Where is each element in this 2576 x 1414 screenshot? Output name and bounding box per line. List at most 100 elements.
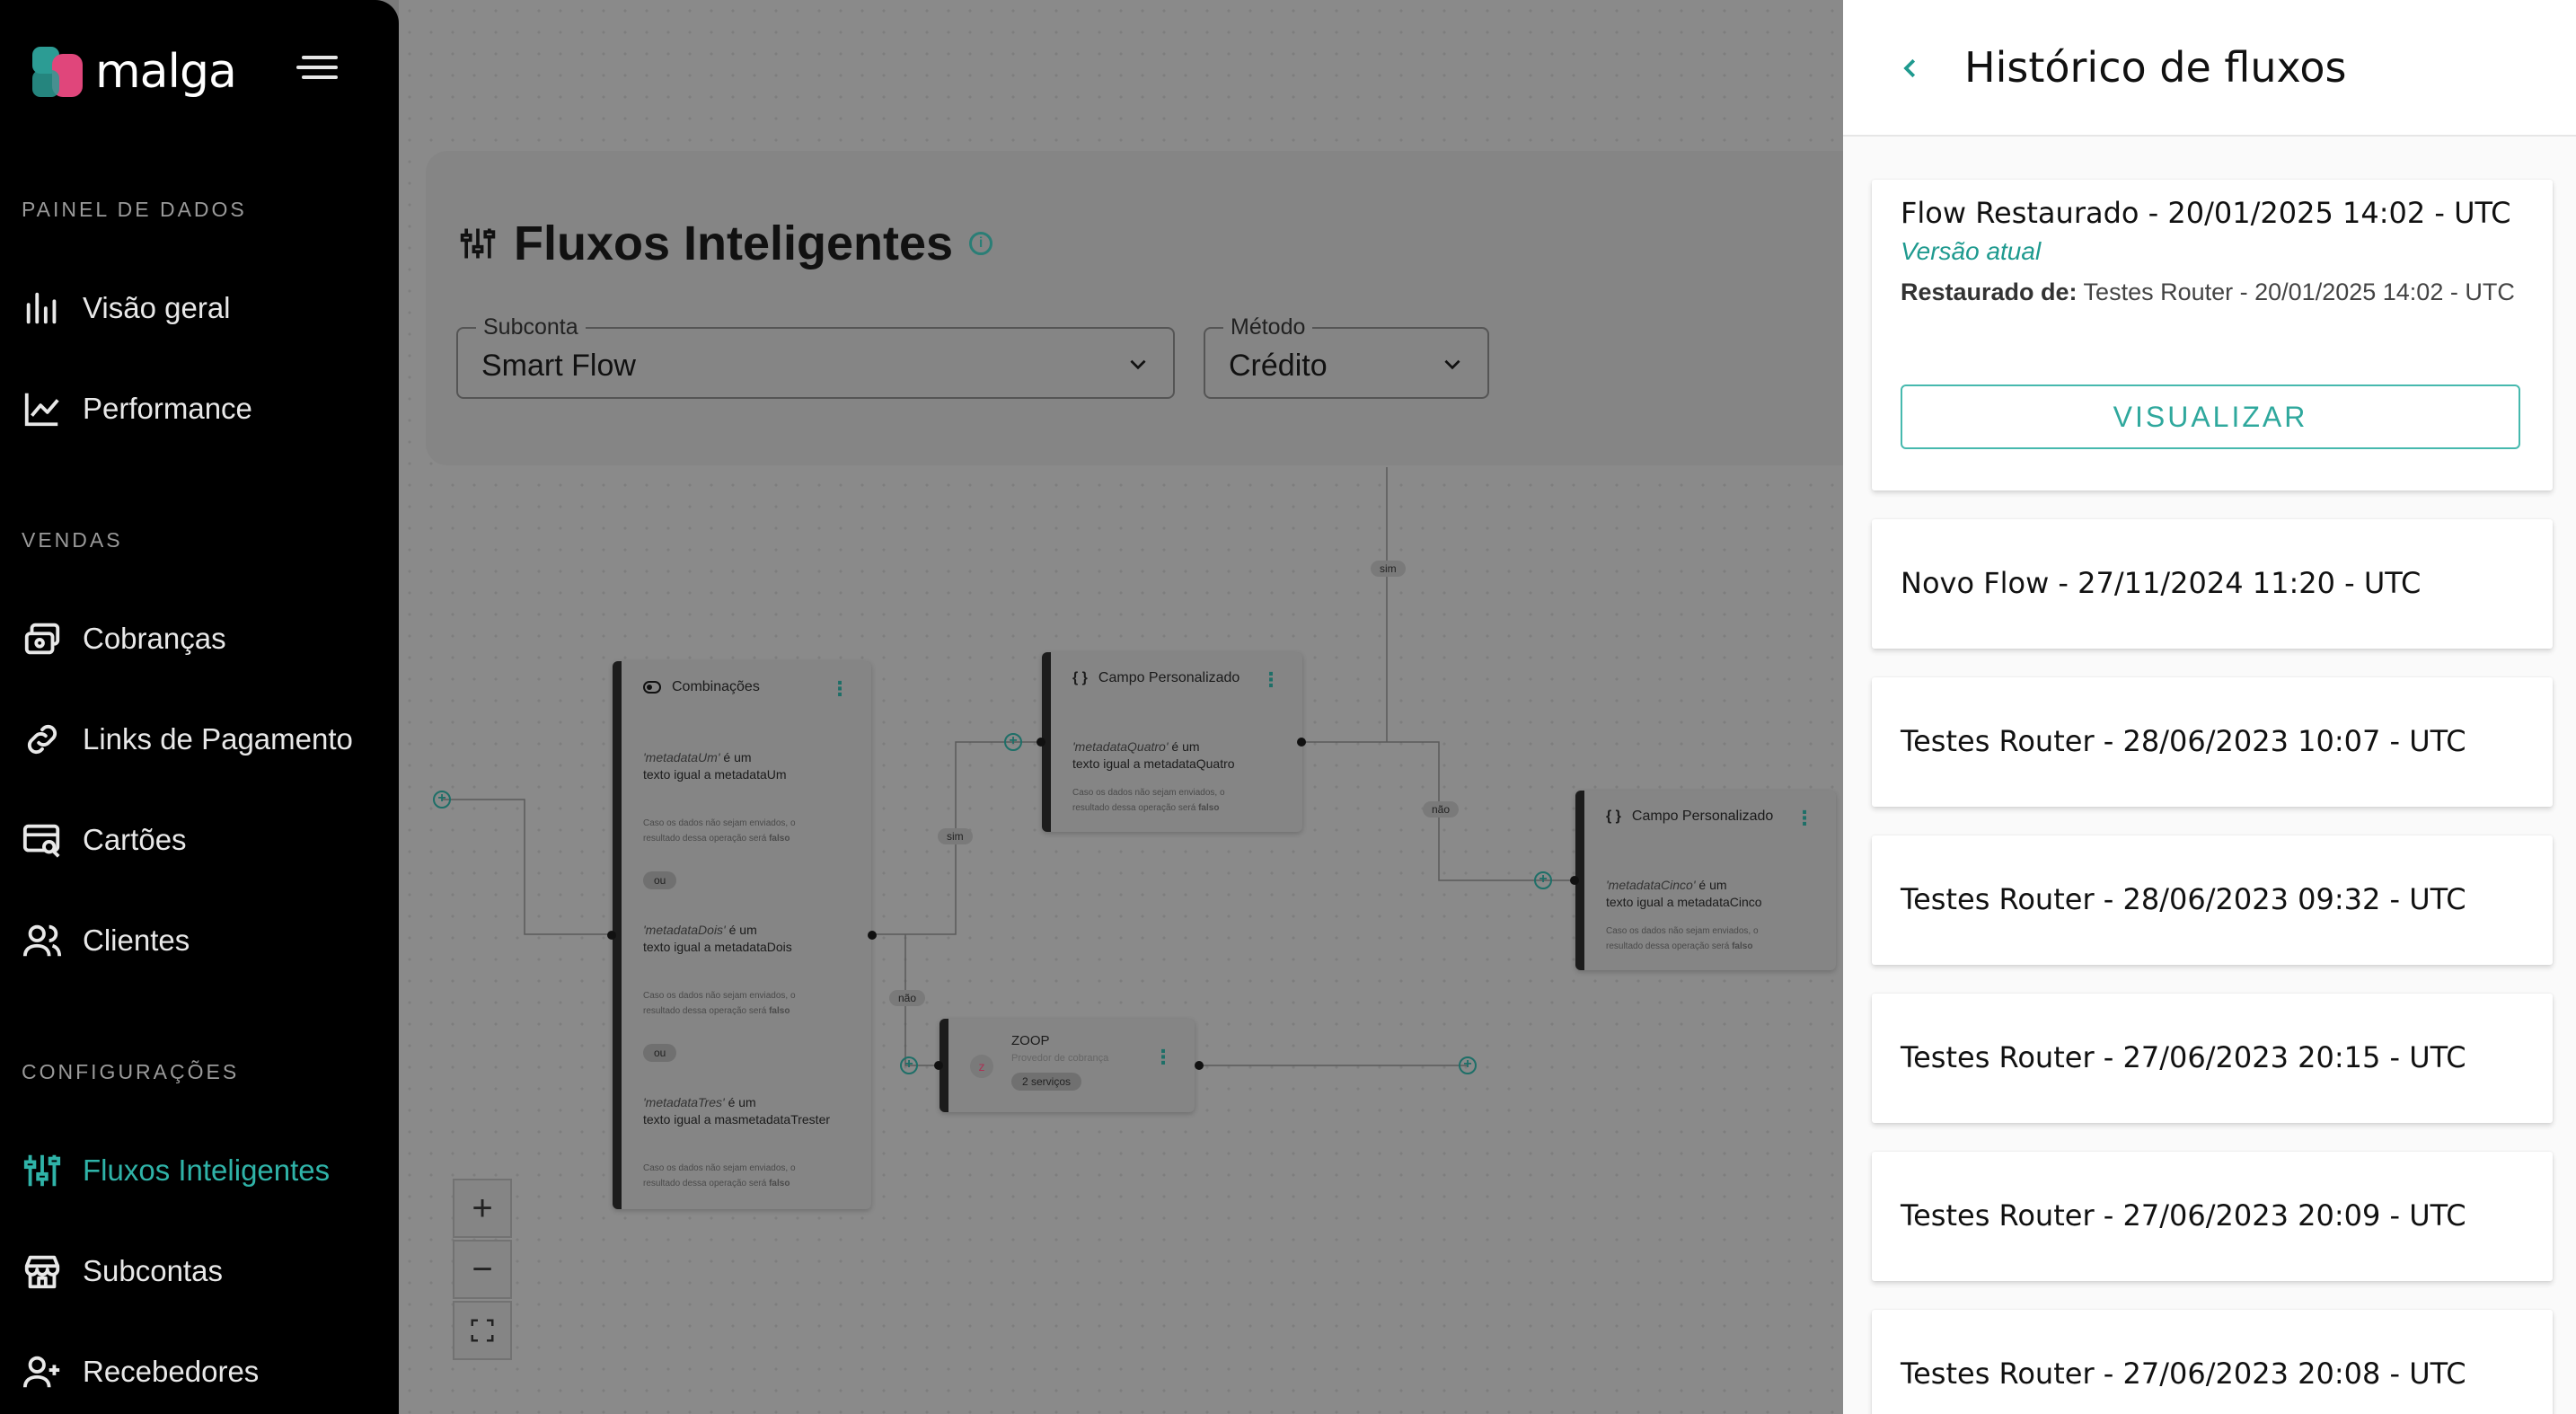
toggle-icon: [643, 681, 661, 694]
current-version-label: Versão atual: [1901, 237, 2042, 265]
custom-field-node[interactable]: { } Campo Personalizado ⋮ 'metadataQuatro…: [1042, 652, 1302, 832]
add-node-icon[interactable]: +: [900, 1056, 918, 1074]
node-port[interactable]: [1195, 1061, 1204, 1070]
edge-label-no: não: [889, 990, 926, 1006]
add-node-icon[interactable]: +: [1004, 733, 1022, 751]
edge-label-yes: sim: [1371, 561, 1406, 577]
provider-node[interactable]: z ZOOP Provedor de cobrança 2 serviços ⋮: [940, 1019, 1195, 1112]
line-chart-icon: [24, 393, 59, 427]
sidebar-item-clients[interactable]: Clientes: [22, 920, 190, 961]
condition-note: Caso os dados não sejam enviados, o resul…: [1606, 926, 1759, 951]
history-entry-current[interactable]: Flow Restaurado - 20/01/2025 14:02 - UTC…: [1872, 180, 2553, 490]
sidebar-item-performance[interactable]: Performance: [22, 388, 252, 429]
sidebar-item-label: Cartões: [83, 823, 187, 856]
or-badge: ou: [643, 1044, 677, 1062]
section-title-sales: VENDAS: [22, 528, 123, 552]
sidebar-item-label: Links de Pagamento: [83, 722, 353, 756]
condition-text: 'metadataQuatro' é um texto igual a metad…: [1072, 739, 1235, 771]
condition-1: 'metadataUm' é um texto igual a metadataU…: [643, 750, 787, 782]
node-title: ZOOP: [1011, 1033, 1050, 1048]
node-port[interactable]: [1570, 876, 1579, 885]
condition-2: 'metadataDois' é um texto igual a metadat…: [643, 923, 792, 954]
condition-text: 'metadataCinco' é um texto igual a metada…: [1606, 878, 1762, 909]
brand-logo[interactable]: malga: [32, 45, 237, 99]
restored-from-text: Restaurado de: Testes Router - 20/01/202…: [1901, 278, 2515, 305]
history-entry-title: Flow Restaurado - 20/01/2025 14:02 - UTC: [1901, 196, 2511, 230]
edge-label-no: não: [1423, 801, 1460, 817]
store-icon: [24, 1255, 60, 1289]
condition-note: Caso os dados não sejam enviados, o resul…: [643, 818, 796, 844]
bar-chart-icon: [26, 292, 57, 324]
condition-note: Caso os dados não sejam enviados, o resul…: [643, 991, 796, 1016]
node-menu-icon[interactable]: ⋮: [1795, 807, 1814, 830]
node-title: { } Campo Personalizado: [1606, 809, 1774, 824]
back-arrow-icon[interactable]: [1897, 52, 1924, 84]
fit-view-button[interactable]: [453, 1301, 512, 1360]
sidebar-item-label: Fluxos Inteligentes: [83, 1153, 331, 1187]
section-title-dashboard: PAINEL DE DADOS: [22, 198, 247, 221]
user-add-icon: [22, 1356, 60, 1388]
history-entry-title: Testes Router - 27/06/2023 20:08 - UTC: [1901, 1357, 2466, 1391]
node-subtitle: Provedor de cobrança: [1011, 1053, 1109, 1064]
users-icon: [22, 924, 62, 957]
sidebar-item-payment-links[interactable]: Links de Pagamento: [22, 719, 353, 760]
link-icon: [27, 724, 57, 755]
panel-title: Histórico de fluxos: [1964, 43, 2347, 92]
sidebar-item-label: Visão geral: [83, 291, 231, 324]
sidebar-item-cards[interactable]: Cartões: [22, 819, 187, 861]
node-title: { } Campo Personalizado: [1072, 670, 1240, 685]
node-port[interactable]: [868, 931, 877, 940]
zoom-out-button[interactable]: −: [453, 1240, 512, 1299]
node-title: Combinações: [643, 679, 760, 695]
combinations-node[interactable]: Combinações ⋮ 'metadataUm' é um texto igu…: [613, 661, 871, 1209]
menu-collapse-icon[interactable]: [296, 56, 338, 86]
history-entry-title: Testes Router - 28/06/2023 10:07 - UTC: [1901, 724, 2466, 758]
zoom-in-button[interactable]: +: [453, 1179, 512, 1238]
sidebar-item-subaccounts[interactable]: Subcontas: [22, 1251, 223, 1292]
brand-name: malga: [95, 45, 237, 99]
history-entry[interactable]: Testes Router - 27/06/2023 20:15 - UTC: [1872, 994, 2553, 1123]
history-entry[interactable]: Testes Router - 27/06/2023 20:09 - UTC: [1872, 1152, 2553, 1281]
card-search-icon: [22, 824, 60, 858]
history-entry[interactable]: Testes Router - 28/06/2023 09:32 - UTC: [1872, 835, 2553, 965]
sidebar-item-receivers[interactable]: Recebedores: [22, 1351, 259, 1392]
sidebar-item-label: Recebedores: [83, 1355, 260, 1388]
add-node-icon[interactable]: +: [1459, 1056, 1477, 1074]
history-panel: Histórico de fluxos Flow Restaurado - 20…: [1843, 0, 2576, 1414]
sidebar-item-label: Cobranças: [83, 622, 226, 655]
node-menu-icon[interactable]: ⋮: [1153, 1046, 1173, 1069]
panel-header: Histórico de fluxos: [1843, 0, 2576, 137]
node-menu-icon[interactable]: ⋮: [830, 677, 850, 701]
node-menu-icon[interactable]: ⋮: [1261, 668, 1281, 692]
flow-canvas[interactable]: Fluxos Inteligentes i Subconta Smart Flo…: [399, 0, 1843, 1414]
node-port[interactable]: [1297, 738, 1306, 747]
sidebar-item-label: Clientes: [83, 924, 190, 957]
history-entry-title: Testes Router - 27/06/2023 20:15 - UTC: [1901, 1040, 2466, 1074]
malga-logo-icon: [32, 47, 83, 97]
add-node-icon[interactable]: +: [1534, 871, 1552, 889]
custom-field-node[interactable]: { } Campo Personalizado ⋮ 'metadataCinco'…: [1575, 791, 1836, 970]
history-entry-title: Testes Router - 28/06/2023 09:32 - UTC: [1901, 882, 2466, 916]
sidebar-item-overview[interactable]: Visão geral: [22, 287, 231, 329]
or-badge: ou: [643, 871, 677, 889]
sidebar: malga PAINEL DE DADOS Visão geral Perfor…: [0, 0, 399, 1414]
node-title-text: Combinações: [672, 679, 760, 694]
sidebar-item-smart-flows[interactable]: Fluxos Inteligentes: [22, 1150, 330, 1191]
node-port[interactable]: [1037, 738, 1045, 747]
node-port[interactable]: [934, 1061, 943, 1070]
history-entry[interactable]: Testes Router - 27/06/2023 20:08 - UTC: [1872, 1310, 2553, 1414]
sliders-icon: [23, 1154, 61, 1187]
services-badge: 2 serviços: [1011, 1073, 1082, 1091]
charges-icon: [24, 623, 60, 655]
sidebar-item-charges[interactable]: Cobranças: [22, 618, 226, 659]
add-node-icon[interactable]: +: [433, 791, 451, 809]
history-entry-title: Testes Router - 27/06/2023 20:09 - UTC: [1901, 1198, 2466, 1233]
history-entry[interactable]: Novo Flow - 27/11/2024 11:20 - UTC: [1872, 519, 2553, 649]
history-entry-title: Novo Flow - 27/11/2024 11:20 - UTC: [1901, 566, 2422, 600]
edge-label-yes: sim: [938, 828, 973, 844]
fullscreen-icon: [471, 1319, 494, 1342]
view-button[interactable]: VISUALIZAR: [1901, 384, 2520, 449]
history-entry[interactable]: Testes Router - 28/06/2023 10:07 - UTC: [1872, 677, 2553, 807]
condition-note: Caso os dados não sejam enviados, o resul…: [643, 1163, 796, 1189]
node-port[interactable]: [607, 931, 616, 940]
